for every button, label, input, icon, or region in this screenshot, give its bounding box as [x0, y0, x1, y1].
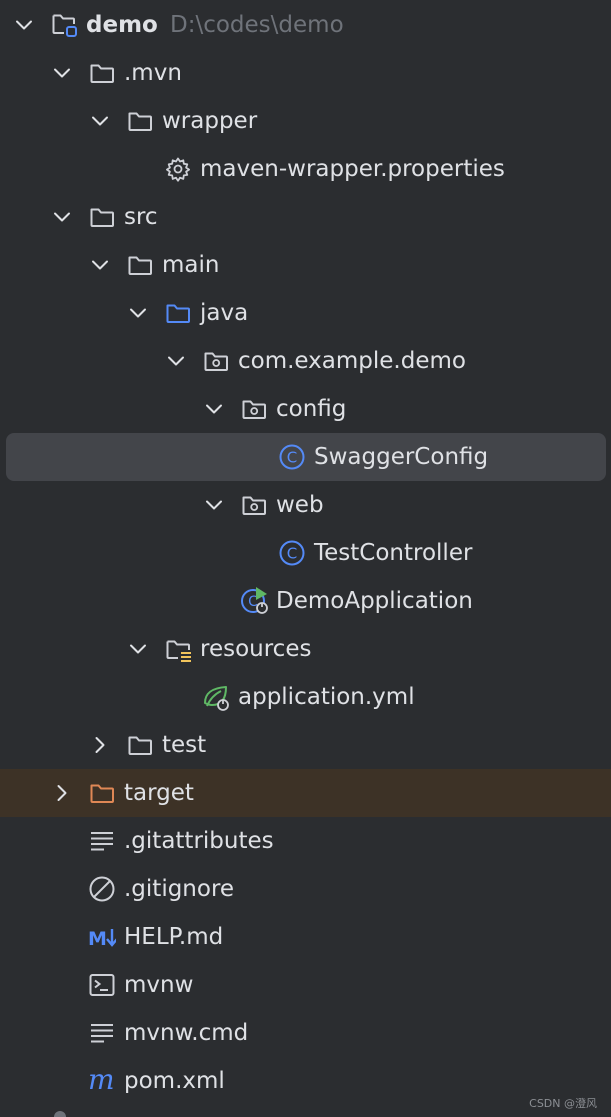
svg-text:C: C [287, 545, 297, 563]
tree-item-label: target [124, 780, 194, 806]
markdown-icon: M [88, 923, 118, 951]
tree-item-label: TestController [314, 540, 473, 566]
maven-icon: m [88, 1063, 116, 1096]
folder-icon [88, 59, 116, 87]
tree-item-label: mvnw.cmd [124, 1020, 249, 1046]
row-swaggerconfig[interactable]: C SwaggerConfig [6, 433, 606, 481]
row-pom-xml[interactable]: m pom.xml [0, 1057, 611, 1105]
chevron-down-icon[interactable] [88, 109, 112, 133]
chevron-down-icon[interactable] [12, 13, 36, 37]
tree-item-label: .gitattributes [124, 828, 274, 854]
row-gitattributes[interactable]: .gitattributes [0, 817, 611, 865]
text-file-icon [88, 1019, 116, 1047]
row-mvn[interactable]: .mvn [0, 49, 611, 97]
tree-item-label: wrapper [162, 108, 258, 134]
chevron-down-icon[interactable] [88, 253, 112, 277]
tree-item-label: SwaggerConfig [314, 444, 489, 470]
row-java[interactable]: java [0, 289, 611, 337]
tree-item-label: HELP.md [124, 924, 224, 950]
shell-script-icon [88, 971, 116, 999]
row-web[interactable]: web [0, 481, 611, 529]
tree-item-label: com.example.demo [238, 348, 466, 374]
row-maven-wrapper-properties[interactable]: maven-wrapper.properties [0, 145, 611, 193]
tree-item-label: main [162, 252, 220, 278]
row-src[interactable]: src [0, 193, 611, 241]
row-com-example-demo[interactable]: com.example.demo [0, 337, 611, 385]
folder-icon [126, 251, 154, 279]
chevron-down-icon[interactable] [164, 349, 188, 373]
row-wrapper[interactable]: wrapper [0, 97, 611, 145]
row-test[interactable]: test [0, 721, 611, 769]
chevron-right-icon[interactable] [88, 733, 112, 757]
svg-text:M: M [88, 928, 107, 950]
row-demoapplication[interactable]: C DemoApplication [0, 577, 611, 625]
folder-icon [88, 203, 116, 231]
tree-item-label: web [276, 492, 324, 518]
folder-icon [126, 107, 154, 135]
package-icon [240, 395, 268, 423]
chevron-right-icon[interactable] [50, 781, 74, 805]
svg-text:C: C [287, 449, 297, 467]
text-file-icon [88, 827, 116, 855]
row-target[interactable]: target [0, 769, 611, 817]
tree-item-label: .mvn [124, 60, 182, 86]
ignore-file-icon [88, 875, 116, 903]
row-gitignore[interactable]: .gitignore [0, 865, 611, 913]
folder-icon [126, 731, 154, 759]
chevron-down-icon[interactable] [50, 61, 74, 85]
row-testcontroller[interactable]: C TestController [0, 529, 611, 577]
gear-icon [164, 155, 192, 183]
tree-item-label: mvnw [124, 972, 194, 998]
scroll-hint [54, 1111, 66, 1117]
package-icon [240, 491, 268, 519]
tree-item-label: pom.xml [124, 1068, 225, 1094]
module-folder-icon [50, 11, 78, 39]
tree-item-label: .gitignore [124, 876, 235, 902]
chevron-down-icon[interactable] [126, 301, 150, 325]
chevron-down-icon[interactable] [126, 637, 150, 661]
class-icon: C [278, 539, 306, 567]
tree-item-label: DemoApplication [276, 588, 473, 614]
tree-item-label: config [276, 396, 347, 422]
tree-item-label: java [200, 300, 249, 326]
chevron-down-icon[interactable] [202, 397, 226, 421]
tree-item-label: resources [200, 636, 312, 662]
row-config[interactable]: config [0, 385, 611, 433]
class-icon: C [278, 443, 306, 471]
spring-config-icon [202, 683, 230, 711]
row-mvnw-cmd[interactable]: mvnw.cmd [0, 1009, 611, 1057]
project-path: D:\codes\demo [170, 12, 344, 38]
row-help-md[interactable]: M HELP.md [0, 913, 611, 961]
tree-item-label: src [124, 204, 158, 230]
chevron-down-icon[interactable] [202, 493, 226, 517]
row-application-yml[interactable]: application.yml [0, 673, 611, 721]
row-resources[interactable]: resources [0, 625, 611, 673]
svg-text:m: m [88, 1067, 115, 1095]
source-folder-icon [164, 299, 192, 327]
tree-item-label: test [162, 732, 207, 758]
spring-boot-app-icon: C [240, 587, 268, 615]
row-main[interactable]: main [0, 241, 611, 289]
tree-item-label: maven-wrapper.properties [200, 156, 505, 182]
row-mvnw[interactable]: mvnw [0, 961, 611, 1009]
chevron-down-icon[interactable] [50, 205, 74, 229]
package-icon [202, 347, 230, 375]
tree-item-label: application.yml [238, 684, 415, 710]
resources-folder-icon [164, 635, 192, 663]
row-demo[interactable]: demo D:\codes\demo [0, 1, 611, 49]
excluded-folder-icon [88, 779, 116, 807]
watermark: CSDN @澄风 [529, 1097, 597, 1110]
tree-item-label: demo [86, 12, 158, 38]
